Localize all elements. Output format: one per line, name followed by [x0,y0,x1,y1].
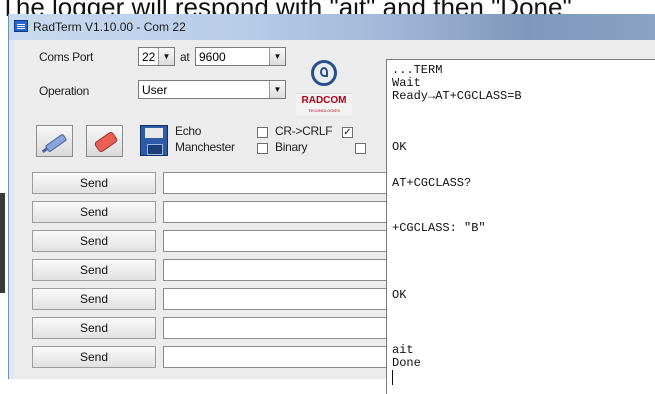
send-button[interactable]: Send [32,346,156,368]
crlf-label: CR->CRLF [275,124,333,138]
radterm-window: RadTerm V1.10.00 - Com 22 Coms Port 22 ▼… [8,14,655,394]
terminal-line: Ready→AT+CGCLASS=B [392,89,522,103]
coms-port-label: Coms Port [39,50,93,64]
send-input[interactable] [163,172,401,194]
chevron-down-icon[interactable]: ▼ [158,48,174,65]
send-button[interactable]: Send [32,230,156,252]
operation-select[interactable]: User ▼ [138,80,286,99]
send-input[interactable] [163,201,401,223]
terminal-output[interactable]: ...TERM Wait Ready→AT+CGCLASS=B OK AT+CG… [386,59,655,394]
chevron-down-icon[interactable]: ▼ [269,48,285,65]
send-input[interactable] [163,288,401,310]
terminal-line: Wait [392,76,421,90]
crlf-checkbox[interactable]: ✓ [342,127,353,138]
radcom-brand: RADCOM TECHNOLOGIES [296,93,352,115]
floppy-disk-icon[interactable] [140,125,168,156]
send-input[interactable] [163,230,401,252]
terminal-line: OK [392,288,407,302]
terminal-line: +CGCLASS: "B" [392,221,486,235]
eraser-icon [93,130,119,154]
send-input[interactable] [163,259,401,281]
send-button[interactable]: Send [32,317,156,339]
plug-icon [44,133,68,153]
left-edge-bar [0,193,5,293]
radcom-logo: RADCOM TECHNOLOGIES [296,60,352,118]
manchester-label: Manchester [175,140,235,154]
terminal-line: ait [392,343,414,357]
binary-label: Binary [275,140,308,154]
send-button[interactable]: Send [32,201,156,223]
send-button[interactable]: Send [32,288,156,310]
terminal-line: AT+CGCLASS? [392,176,472,190]
terminal-line: Done [392,356,421,370]
window-title: RadTerm V1.10.00 - Com 22 [33,20,186,34]
radcom-logo-mark [311,60,337,86]
manchester-checkbox[interactable] [257,143,268,154]
coms-port-select[interactable]: 22 ▼ [138,47,175,66]
baud-rate-select[interactable]: 9600 ▼ [195,47,286,66]
send-input[interactable] [163,346,401,368]
at-label: at [180,50,190,64]
chevron-down-icon[interactable]: ▼ [269,81,285,98]
connect-button[interactable] [36,125,73,157]
clear-button[interactable] [86,125,123,157]
title-bar[interactable]: RadTerm V1.10.00 - Com 22 [9,14,655,40]
terminal-line: OK [392,140,407,154]
send-button[interactable]: Send [32,259,156,281]
binary-checkbox[interactable] [355,143,366,154]
send-input[interactable] [163,317,401,339]
echo-checkbox[interactable] [257,127,268,138]
app-icon[interactable] [14,20,28,32]
terminal-line: ...TERM [392,63,443,77]
operation-label: Operation [39,84,89,98]
echo-label: Echo [175,124,202,138]
text-cursor [392,370,393,385]
send-button[interactable]: Send [32,172,156,194]
